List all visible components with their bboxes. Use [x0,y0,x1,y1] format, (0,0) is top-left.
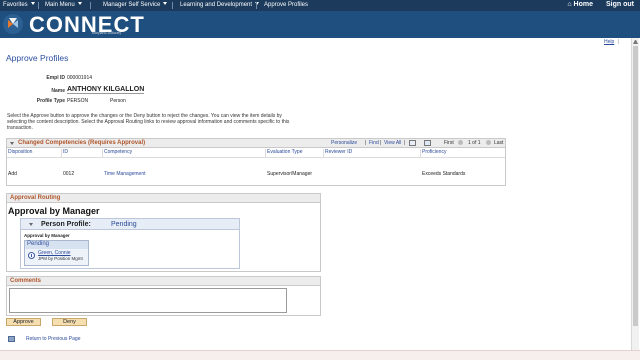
header-divider [7,157,505,158]
profile-type-description: Person [110,98,126,104]
brand-tagline: Maryland Judiciary [92,31,122,35]
panel-header: Changed Competencies (Requires Approval)… [7,139,505,148]
panel-title: Comments [10,278,42,284]
return-icon [8,336,15,342]
cell-proficiency: Exceeds Standards [422,171,466,177]
employee-name: ANTHONY KILGALLON [67,86,145,94]
manager-self-service-label: Manager Self Service [103,2,161,8]
person-profile-subpanel: Person Profile: Pending Approval by Mana… [20,218,240,269]
column-header-id[interactable]: ID [62,149,103,157]
row-range: 1 of 1 [468,140,481,146]
empl-id-value: 000001914 [67,75,93,81]
cell-disposition: Add [8,171,17,177]
status-bar [0,350,640,360]
panel-title: Approval Routing [10,195,61,201]
cell-evaluation-type: Supervisor/Manager [267,171,313,177]
learning-development-label: Learning and Development [180,2,253,8]
pending-status: Pending [25,241,88,249]
scrollbar-thumb[interactable] [633,46,638,326]
instructions-text: Select the Approve button to approve the… [7,113,290,131]
control-divider: | [380,140,382,146]
brand-header: CONNECT Maryland Judiciary [0,11,640,38]
first-label: First [444,140,454,146]
next-row-icon[interactable] [486,140,491,145]
help-divider: | [618,39,620,45]
comments-textarea[interactable] [9,288,287,313]
profile-type-value: PERSON [67,98,89,104]
nav-divider [172,2,173,9]
profile-type-label: Profile Type [36,98,65,104]
vertical-scrollbar[interactable] [631,38,639,350]
approve-profiles-breadcrumb[interactable]: Approve Profiles [264,2,308,8]
column-header-disposition[interactable]: Disposition [7,149,62,157]
chevron-down-icon [30,2,35,5]
stage-label: Approval by Manager [24,233,70,238]
column-header-reviewer-id[interactable]: Reviewer ID [324,149,421,157]
chevron-down-icon [77,2,82,5]
column-header-proficiency[interactable]: Proficiency [421,149,505,157]
approver-role: JPM by Position Mgmt [38,256,83,261]
subpanel-header: Person Profile: Pending [21,219,239,230]
chevron-down-icon [163,2,168,5]
main-menu[interactable]: Main Menu [45,2,82,8]
competency-link[interactable]: Time Management [104,171,146,177]
personalize-link[interactable]: Personalize [331,140,357,146]
grid-controls: Personalize | Find | View All | First 1 … [331,140,504,148]
empl-id-label: Empl ID [46,75,65,81]
nav-divider [90,2,91,9]
home-link[interactable]: ⌂ Home [567,1,593,8]
nav-divider [38,2,39,9]
download-grid-icon[interactable] [409,140,416,146]
previous-row-icon[interactable] [458,140,463,145]
person-profile-status: Pending [111,221,137,228]
approval-heading: Approval by Manager [8,206,100,216]
panel-header: Comments [7,277,320,286]
approver-card: Pending Green, Connie JPM by Position Mg… [24,240,89,266]
scroll-up-icon[interactable] [633,39,638,44]
collapse-icon[interactable] [10,142,14,145]
view-all-link[interactable]: View All [384,140,401,146]
column-header-competency[interactable]: Competency [103,149,266,157]
learning-development-menu[interactable]: Learning and Development [180,2,260,8]
favorites-menu[interactable]: Favorites [3,2,35,8]
control-divider: | [365,140,367,146]
sign-out-link[interactable]: Sign out [606,1,634,8]
control-divider: | [404,140,406,146]
panel-header: Approval Routing [7,194,320,203]
main-menu-label: Main Menu [45,2,75,8]
approve-button[interactable]: Approve [6,318,41,326]
connect-logo-icon [3,14,23,34]
column-header-evaluation-type[interactable]: Evaluation Type [266,149,324,157]
deny-button[interactable]: Deny [52,318,87,326]
home-label: Home [573,1,593,8]
last-label: Last [494,140,504,146]
person-profile-label: Person Profile: [41,221,91,228]
cell-id: 0012 [63,171,75,177]
brand-name: CONNECT [29,12,145,37]
find-link[interactable]: Find [369,140,379,146]
return-link-label: Return to Previous Page [26,336,81,342]
clock-icon [28,252,35,259]
top-navigation-bar: Favorites Main Menu Manager Self Service… [0,0,640,11]
help-bar: Help | [0,38,640,47]
nav-divider [256,2,257,9]
zoom-grid-icon[interactable] [424,140,431,146]
favorites-label: Favorites [3,2,28,8]
manager-self-service-menu[interactable]: Manager Self Service [103,2,168,8]
help-link[interactable]: Help [604,39,614,45]
changed-competencies-panel: Changed Competencies (Requires Approval)… [6,138,506,186]
collapse-icon[interactable] [29,223,33,226]
page-title: Approve Profiles [6,53,69,63]
name-label: Name [51,88,65,94]
panel-title: Changed Competencies (Requires Approval) [18,140,146,146]
